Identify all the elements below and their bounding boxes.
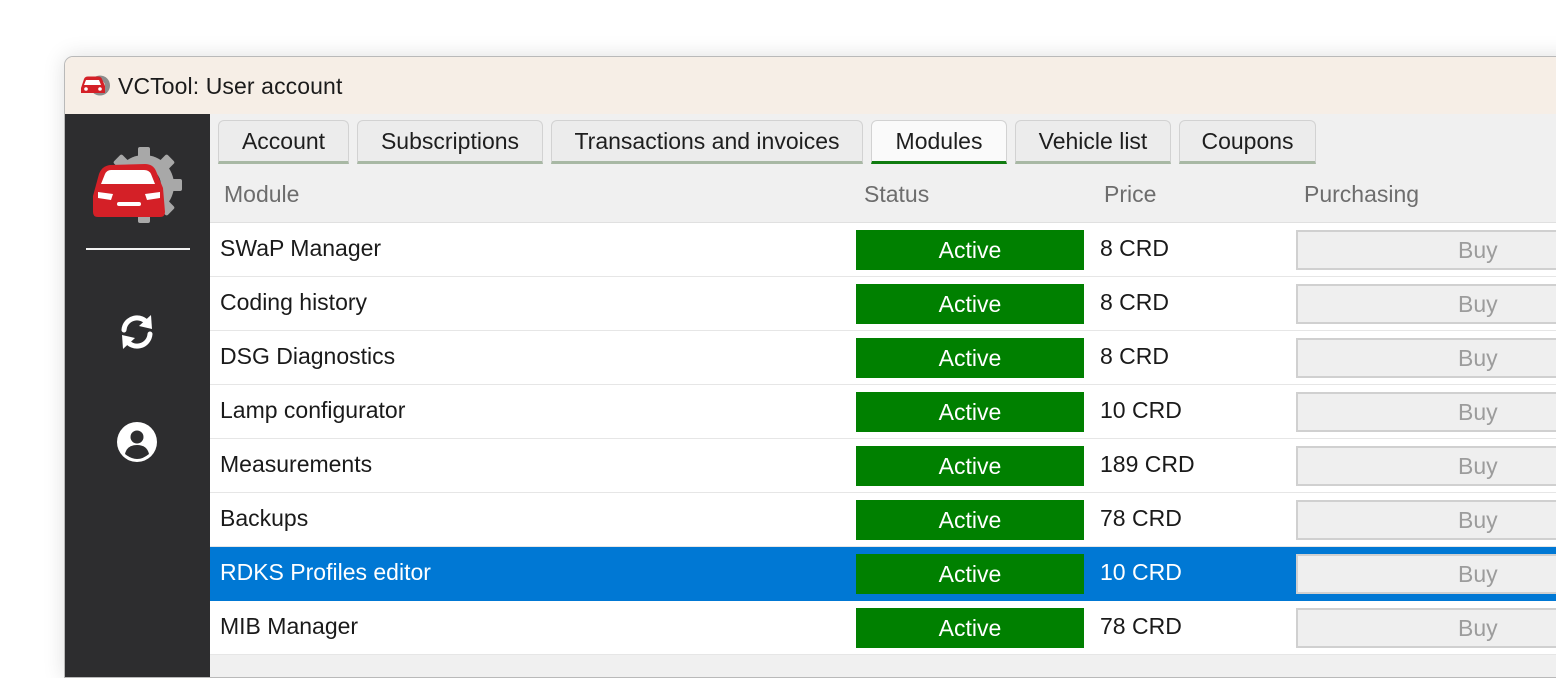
tab-modules[interactable]: Modules	[871, 120, 1007, 164]
buy-button[interactable]: Buy	[1296, 284, 1556, 324]
module-name: Lamp configurator	[220, 397, 406, 423]
user-circle-icon	[117, 422, 157, 462]
status-badge: Active	[856, 230, 1084, 270]
car-gear-logo-icon	[93, 147, 182, 223]
module-price: 10 CRD	[1100, 397, 1182, 423]
column-header-purchasing[interactable]: Purchasing	[1304, 181, 1419, 208]
account-button[interactable]	[115, 420, 159, 464]
app-window: VCTool: User account Account Subscriptio…	[64, 56, 1556, 678]
table-row[interactable]: Coding history Active 8 CRD Buy	[210, 277, 1556, 331]
module-name: Backups	[220, 505, 309, 531]
sidebar	[65, 114, 210, 677]
status-badge: Active	[856, 500, 1084, 540]
status-badge: Active	[856, 554, 1084, 594]
tab-label: Transactions and invoices	[574, 127, 840, 154]
tab-label: Coupons	[1201, 127, 1294, 154]
table-row[interactable]: Lamp configurator Active 10 CRD Buy	[210, 385, 1556, 439]
table-row[interactable]: MIB Manager Active 78 CRD Buy	[210, 601, 1556, 655]
module-price: 10 CRD	[1100, 559, 1182, 585]
module-price: 78 CRD	[1100, 613, 1182, 639]
buy-button[interactable]: Buy	[1296, 554, 1556, 594]
window-title: VCTool: User account	[118, 73, 343, 99]
tab-coupons[interactable]: Coupons	[1179, 120, 1316, 164]
tab-label: Vehicle list	[1038, 127, 1148, 154]
status-badge: Active	[856, 392, 1084, 432]
module-price: 78 CRD	[1100, 505, 1182, 531]
tab-label: Account	[241, 127, 326, 154]
table-row-selected[interactable]: RDKS Profiles editor Active 10 CRD Buy	[210, 547, 1556, 601]
tab-transactions-and-invoices[interactable]: Transactions and invoices	[551, 120, 863, 164]
tab-label: Subscriptions	[380, 127, 520, 154]
sidebar-divider	[86, 248, 190, 250]
module-price: 8 CRD	[1100, 289, 1170, 315]
buy-button[interactable]: Buy	[1296, 446, 1556, 486]
tab-vehicle-list[interactable]: Vehicle list	[1015, 120, 1171, 164]
modules-table: Module Status Price Purchasing SWaP Mana…	[210, 166, 1556, 677]
module-price: 8 CRD	[1100, 235, 1170, 261]
tab-label: Modules	[895, 127, 983, 154]
status-badge: Active	[856, 284, 1084, 324]
buy-button[interactable]: Buy	[1296, 608, 1556, 648]
module-name: MIB Manager	[220, 613, 359, 639]
refresh-icon	[121, 315, 153, 349]
status-badge: Active	[856, 446, 1084, 486]
title-bar: VCTool: User account	[65, 57, 1556, 114]
module-price: 189 CRD	[1100, 451, 1195, 477]
tab-account[interactable]: Account	[218, 120, 349, 164]
tab-bar: Account Subscriptions Transactions and i…	[210, 114, 1556, 166]
buy-button[interactable]: Buy	[1296, 392, 1556, 432]
module-name: Coding history	[220, 289, 368, 315]
column-header-module[interactable]: Module	[224, 181, 299, 208]
column-header-price[interactable]: Price	[1104, 181, 1156, 208]
app-logo-icon	[81, 75, 110, 96]
main-content: Account Subscriptions Transactions and i…	[210, 114, 1556, 677]
module-name: DSG Diagnostics	[220, 343, 396, 369]
column-header-status[interactable]: Status	[864, 181, 929, 208]
status-badge: Active	[856, 338, 1084, 378]
refresh-button[interactable]	[115, 310, 159, 354]
table-row[interactable]: DSG Diagnostics Active 8 CRD Buy	[210, 331, 1556, 385]
buy-button[interactable]: Buy	[1296, 230, 1556, 270]
buy-button[interactable]: Buy	[1296, 500, 1556, 540]
module-name: SWaP Manager	[220, 235, 382, 261]
tab-subscriptions[interactable]: Subscriptions	[357, 120, 543, 164]
table-row[interactable]: Backups Active 78 CRD Buy	[210, 493, 1556, 547]
module-name: Measurements	[220, 451, 373, 477]
table-row[interactable]: Measurements Active 189 CRD Buy	[210, 439, 1556, 493]
buy-button[interactable]: Buy	[1296, 338, 1556, 378]
status-badge: Active	[856, 608, 1084, 648]
table-header: Module Status Price Purchasing	[210, 166, 1556, 223]
module-name: RDKS Profiles editor	[220, 559, 431, 585]
table-row[interactable]: SWaP Manager Active 8 CRD Buy	[210, 223, 1556, 277]
module-price: 8 CRD	[1100, 343, 1170, 369]
